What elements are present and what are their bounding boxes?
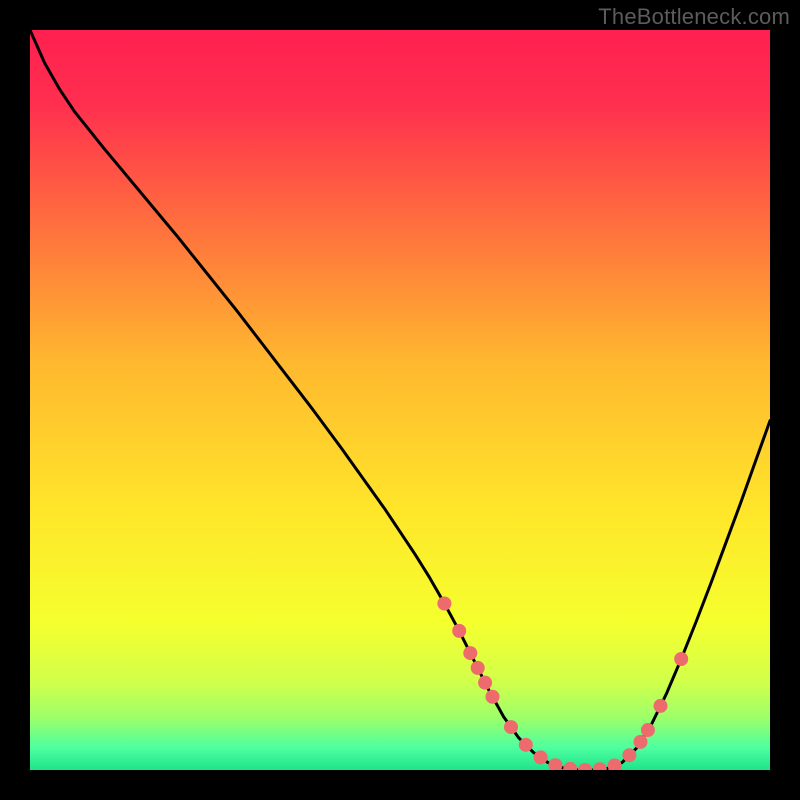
curve-dot [674, 652, 688, 666]
curve-dot [534, 750, 548, 764]
watermark-text: TheBottleneck.com [598, 4, 790, 30]
curve-dot [504, 720, 518, 734]
curve-dot [634, 735, 648, 749]
chart-frame: TheBottleneck.com [0, 0, 800, 800]
curve-dot [463, 646, 477, 660]
curve-dot [478, 676, 492, 690]
curve-dot [452, 624, 466, 638]
plot-area [30, 30, 770, 770]
curve-dot [622, 748, 636, 762]
curve-dot [641, 723, 655, 737]
curve-dot [437, 597, 451, 611]
curve-dot [653, 699, 667, 713]
curve-dot [519, 738, 533, 752]
curve-dot [471, 661, 485, 675]
curve-dot [486, 690, 500, 704]
gradient-background [30, 30, 770, 770]
chart-svg [30, 30, 770, 770]
